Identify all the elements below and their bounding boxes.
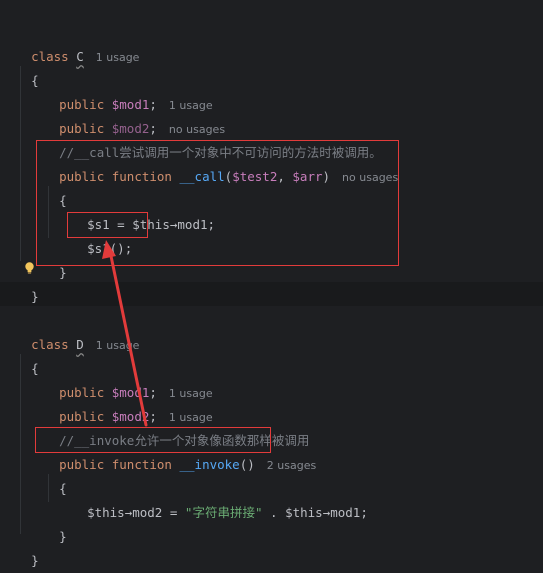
editor-separator (0, 282, 543, 306)
code-line: { (16, 333, 543, 376)
highlight-box-call-line (67, 212, 148, 238)
code-line: public $mod1; 1 usage (44, 69, 543, 112)
code-line: } (44, 501, 543, 544)
code-line: { (16, 45, 543, 88)
code-line: $this→mod2 = "字符串拼接" . $this→mod1; (72, 477, 543, 520)
code-line: public $mod1; 1 usage (44, 357, 543, 400)
close-brace: } (31, 553, 39, 568)
highlight-box-invoke-method (35, 427, 271, 453)
code-line: //__call尝试调用一个对象中不可访问的方法时被调用。 (44, 117, 543, 160)
open-brace: { (31, 73, 39, 88)
code-line: } (16, 525, 543, 568)
highlight-box-call-method (36, 140, 399, 266)
code-line: public $mod2; 1 usage (44, 381, 543, 424)
open-brace: { (31, 361, 39, 376)
code-line: class C1 usage (16, 21, 543, 64)
indent-guide (20, 66, 21, 261)
code-line: { (44, 453, 543, 496)
open-brace: { (59, 481, 67, 496)
indent-guide (20, 354, 21, 534)
code-line: public $mod2; no usages (44, 93, 543, 136)
code-line: //__invoke允许一个对象像函数那样被调用 (44, 405, 543, 448)
code-line: class D1 usage (16, 309, 543, 352)
lightbulb-icon[interactable] (24, 262, 35, 274)
close-brace: } (31, 289, 39, 304)
